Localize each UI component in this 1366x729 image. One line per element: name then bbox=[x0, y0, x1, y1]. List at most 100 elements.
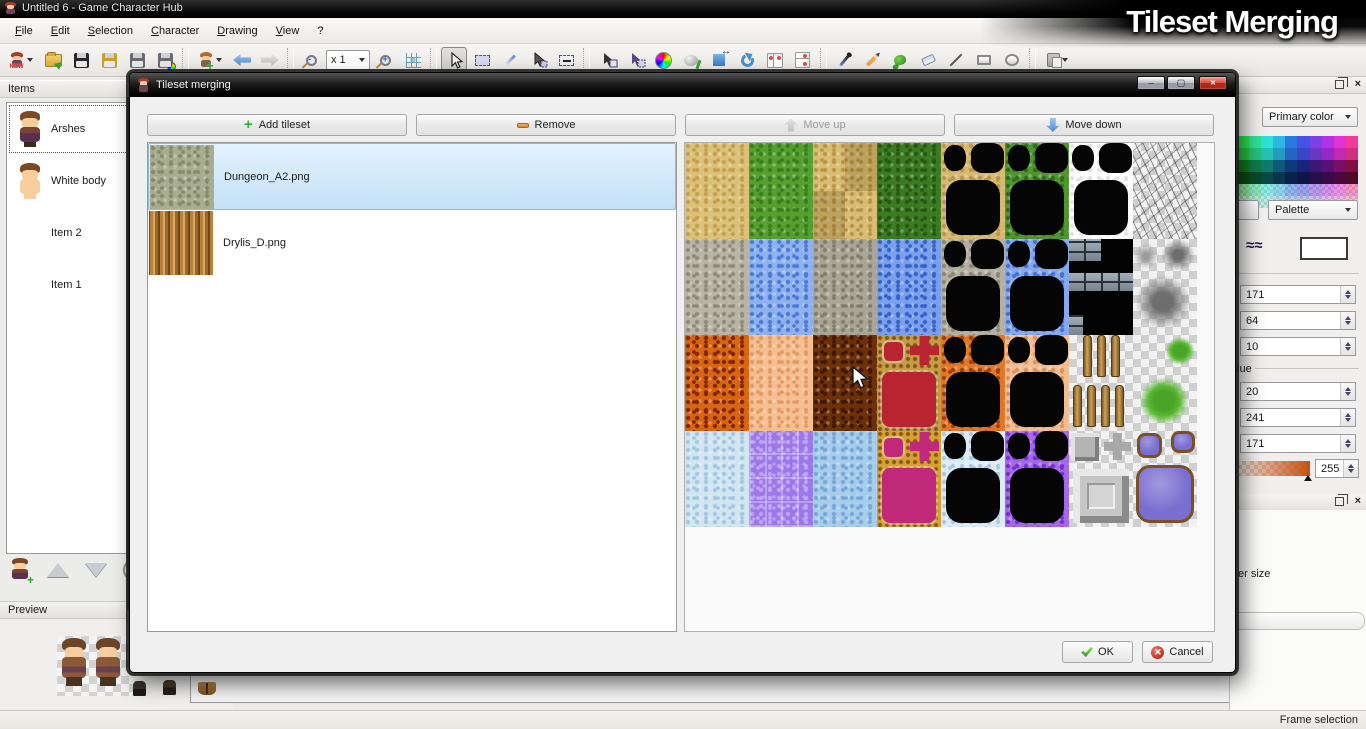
palette-swatch-0-0[interactable] bbox=[1237, 136, 1249, 148]
tile-cell-19[interactable] bbox=[877, 335, 941, 431]
fill-tool-button[interactable] bbox=[887, 47, 913, 73]
palette-swatch-4-8[interactable] bbox=[1334, 184, 1346, 196]
zoom-level-select[interactable]: x 1 bbox=[326, 50, 370, 70]
save-copy-button[interactable] bbox=[124, 47, 150, 73]
spinner-buttons[interactable] bbox=[1340, 409, 1355, 426]
tile-cell-13[interactable] bbox=[1005, 239, 1069, 335]
tile-cell-8[interactable] bbox=[685, 239, 749, 335]
tile-cell-28[interactable] bbox=[941, 431, 1005, 527]
tile-cell-29[interactable] bbox=[1005, 431, 1069, 527]
spinner-buttons[interactable] bbox=[1340, 383, 1355, 400]
alpha-field[interactable]: 255 bbox=[1315, 459, 1359, 478]
palette-swatch-0-1[interactable] bbox=[1249, 136, 1261, 148]
float-panel-icon[interactable] bbox=[1335, 80, 1344, 89]
alpha-slider-marker[interactable] bbox=[1304, 475, 1312, 481]
palette-swatch-1-6[interactable] bbox=[1310, 148, 1322, 160]
tile-cell-18[interactable] bbox=[813, 335, 877, 431]
zoom-out-button[interactable]: - bbox=[298, 47, 324, 73]
add-tileset-button[interactable]: +Add tileset bbox=[147, 114, 407, 136]
palette-swatch-4-2[interactable] bbox=[1261, 184, 1273, 196]
spinner-buttons[interactable] bbox=[1340, 312, 1355, 329]
size-button[interactable] bbox=[1231, 612, 1365, 630]
tile-cell-6[interactable] bbox=[1069, 143, 1133, 239]
palette-swatch-3-5[interactable] bbox=[1297, 172, 1309, 184]
palette-swatch-1-8[interactable] bbox=[1334, 148, 1346, 160]
palette-swatch-3-2[interactable] bbox=[1261, 172, 1273, 184]
tile-cell-22[interactable] bbox=[1069, 335, 1133, 431]
palette-swatch-4-0[interactable] bbox=[1237, 184, 1249, 196]
frame-move-tool-button[interactable] bbox=[622, 47, 648, 73]
move-item-up-button[interactable] bbox=[44, 558, 72, 583]
spin-field[interactable]: 171 bbox=[1240, 434, 1356, 453]
magic-wand-tool-button[interactable] bbox=[497, 47, 523, 73]
menu-item-character[interactable]: Character bbox=[142, 21, 208, 41]
tile-cell-5[interactable] bbox=[1005, 143, 1069, 239]
tile-cell-1[interactable] bbox=[749, 143, 813, 239]
palette-swatch-1-4[interactable] bbox=[1285, 148, 1297, 160]
tile-cell-25[interactable] bbox=[749, 431, 813, 527]
line-tool-button[interactable] bbox=[943, 47, 969, 73]
spin-field[interactable]: 20 bbox=[1240, 382, 1356, 401]
tile-cell-24[interactable] bbox=[685, 431, 749, 527]
tile-cell-2[interactable] bbox=[813, 143, 877, 239]
dialog-close-button[interactable]: × bbox=[1199, 76, 1227, 90]
palette-swatch-4-1[interactable] bbox=[1249, 184, 1261, 196]
spinner-buttons[interactable] bbox=[1340, 286, 1355, 303]
remove-button[interactable]: Remove bbox=[416, 114, 676, 136]
palette-swatch-0-9[interactable] bbox=[1346, 136, 1358, 148]
add-character-button[interactable]: + bbox=[193, 47, 227, 73]
palette-swatch-3-3[interactable] bbox=[1273, 172, 1285, 184]
tileset-row-dungeon-a2-png[interactable]: Dungeon_A2.png bbox=[148, 143, 676, 210]
palette-swatch-1-7[interactable] bbox=[1322, 148, 1334, 160]
pencil-tool-button[interactable] bbox=[859, 47, 885, 73]
palette-swatch-2-4[interactable] bbox=[1285, 160, 1297, 172]
add-item-button[interactable]: + bbox=[6, 558, 34, 583]
tile-cell-7[interactable] bbox=[1133, 143, 1197, 239]
float-panel-icon[interactable] bbox=[1335, 497, 1344, 506]
spinner-buttons[interactable] bbox=[1340, 435, 1355, 452]
palette-swatch-1-3[interactable] bbox=[1273, 148, 1285, 160]
move-up-button[interactable]: Move up bbox=[685, 114, 945, 136]
palette-swatch-2-5[interactable] bbox=[1297, 160, 1309, 172]
open-button[interactable] bbox=[40, 47, 66, 73]
palette-swatch-0-8[interactable] bbox=[1334, 136, 1346, 148]
palette-swatch-4-4[interactable] bbox=[1285, 184, 1297, 196]
tile-cell-0[interactable] bbox=[685, 143, 749, 239]
move-down-button[interactable]: Move down bbox=[954, 114, 1214, 136]
save-all-button[interactable] bbox=[152, 47, 178, 73]
palette-select[interactable]: Palette bbox=[1268, 200, 1358, 220]
tileset-preview-grid[interactable] bbox=[685, 143, 1197, 527]
tile-cell-21[interactable] bbox=[1005, 335, 1069, 431]
color-wheel-button[interactable] bbox=[650, 47, 676, 73]
spinner-buttons[interactable] bbox=[1340, 338, 1355, 355]
palette-swatch-3-9[interactable] bbox=[1346, 172, 1358, 184]
move-item-down-button[interactable] bbox=[82, 558, 110, 583]
alpha-slider[interactable] bbox=[1230, 461, 1310, 476]
menu-item-[interactable]: ? bbox=[308, 21, 332, 41]
spinner-buttons[interactable] bbox=[1343, 460, 1358, 477]
zoom-in-button[interactable]: + bbox=[372, 47, 398, 73]
dialog-maximize-button[interactable]: ▢ bbox=[1167, 76, 1195, 90]
spin-field[interactable]: 241 bbox=[1240, 408, 1356, 427]
tileset-row-drylis-d-png[interactable]: Drylis_D.png bbox=[148, 210, 676, 277]
new-character-button[interactable]: NEW bbox=[4, 47, 38, 73]
spin-field[interactable]: 171 bbox=[1240, 285, 1356, 304]
rotate-tool-button[interactable] bbox=[734, 47, 760, 73]
tile-cell-9[interactable] bbox=[749, 239, 813, 335]
palette-swatch-1-0[interactable] bbox=[1237, 148, 1249, 160]
palette-swatch-0-5[interactable] bbox=[1297, 136, 1309, 148]
menu-item-selection[interactable]: Selection bbox=[79, 21, 142, 41]
save-button[interactable] bbox=[68, 47, 94, 73]
palette-swatch-3-0[interactable] bbox=[1237, 172, 1249, 184]
palette-swatch-3-1[interactable] bbox=[1249, 172, 1261, 184]
palette-swatch-2-3[interactable] bbox=[1273, 160, 1285, 172]
color-palette-grid[interactable] bbox=[1237, 136, 1358, 208]
palette-swatch-0-4[interactable] bbox=[1285, 136, 1297, 148]
tile-cell-16[interactable] bbox=[685, 335, 749, 431]
tile-cell-3[interactable] bbox=[877, 143, 941, 239]
redo-button[interactable] bbox=[257, 47, 283, 73]
spin-field[interactable]: 10 bbox=[1240, 337, 1356, 356]
grid-toggle-button[interactable] bbox=[400, 47, 426, 73]
tile-cell-4[interactable] bbox=[941, 143, 1005, 239]
palette-swatch-1-1[interactable] bbox=[1249, 148, 1261, 160]
